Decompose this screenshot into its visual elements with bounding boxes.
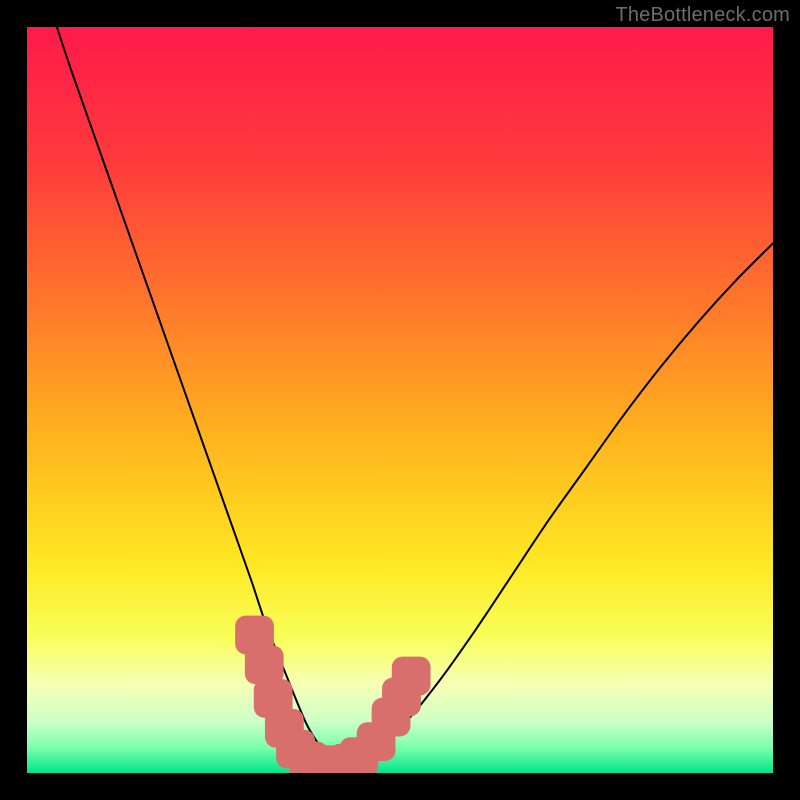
chart-container: TheBottleneck.com	[0, 0, 800, 800]
bottleneck-chart	[0, 0, 800, 800]
highlight-point	[245, 645, 284, 684]
highlight-point	[392, 657, 431, 696]
